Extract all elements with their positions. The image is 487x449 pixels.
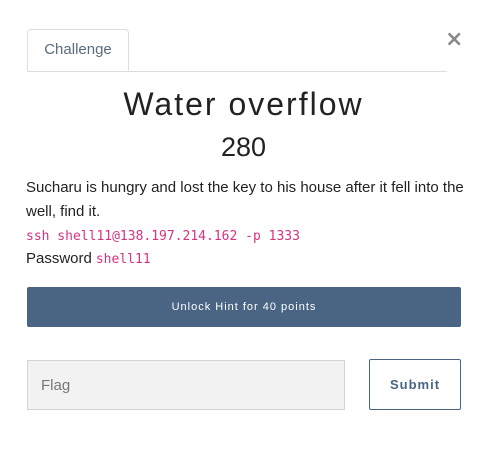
- challenge-title: Water overflow: [123, 86, 364, 122]
- tab-challenge[interactable]: Challenge: [27, 29, 129, 71]
- tab-bar-divider: [27, 71, 447, 72]
- close-icon[interactable]: ×: [445, 29, 463, 51]
- flag-input[interactable]: [27, 360, 345, 410]
- challenge-description: Sucharu is hungry and lost the key to hi…: [26, 179, 464, 220]
- password-label: Password: [26, 250, 92, 267]
- unlock-hint-button[interactable]: Unlock Hint for 40 points: [27, 287, 461, 327]
- ssh-command: ssh shell11@138.197.214.162 -p 1333: [26, 229, 300, 244]
- password-line: Password shell11: [26, 249, 151, 270]
- password-value: shell11: [95, 252, 151, 267]
- submit-button[interactable]: Submit: [369, 359, 461, 410]
- challenge-points: 280: [220, 132, 267, 162]
